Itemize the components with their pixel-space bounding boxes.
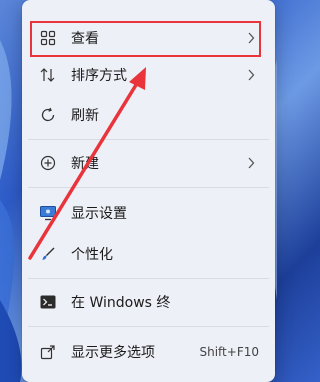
menu-item-label: 显示设置 (71, 206, 127, 222)
refresh-icon (39, 106, 57, 124)
menu-item-label: 显示更多选项 (71, 345, 155, 361)
menu-item-show-more-options[interactable]: 显示更多选项 Shift+F10 (28, 334, 269, 370)
menu-item-label: 在 Windows 终 (71, 295, 171, 311)
add-circle-icon (39, 154, 57, 172)
menu-separator (28, 278, 269, 279)
menu-item-new[interactable]: 新建 (28, 145, 269, 181)
menu-separator (28, 326, 269, 327)
sort-icon (39, 66, 57, 84)
terminal-icon (39, 293, 57, 311)
menu-item-label: 查看 (71, 31, 99, 47)
chevron-right-icon (243, 32, 259, 44)
menu-item-display-settings[interactable]: 显示设置 (28, 195, 269, 231)
menu-item-sort-by[interactable]: 排序方式 (28, 57, 269, 93)
menu-separator (28, 139, 269, 140)
brush-icon (39, 245, 57, 263)
shortcut-hint: Shift+F10 (199, 345, 259, 359)
chevron-right-icon (243, 69, 259, 81)
desktop-context-menu: 查看 排序方式 刷新 新建 显示设置 个性化 在 Windows 终 显示更多选… (22, 0, 275, 382)
chevron-right-icon (243, 157, 259, 169)
menu-item-label: 排序方式 (71, 68, 127, 84)
menu-item-view[interactable]: 查看 (28, 20, 269, 56)
menu-item-label: 新建 (71, 156, 99, 172)
menu-item-refresh[interactable]: 刷新 (28, 97, 269, 133)
grid-icon (39, 29, 57, 47)
menu-item-label: 个性化 (71, 247, 113, 263)
menu-item-label: 刷新 (71, 108, 99, 124)
menu-item-open-in-terminal[interactable]: 在 Windows 终 (28, 284, 269, 320)
display-icon (39, 204, 57, 222)
menu-item-personalize[interactable]: 个性化 (28, 236, 269, 272)
menu-separator (28, 187, 269, 188)
more-options-icon (39, 343, 57, 361)
